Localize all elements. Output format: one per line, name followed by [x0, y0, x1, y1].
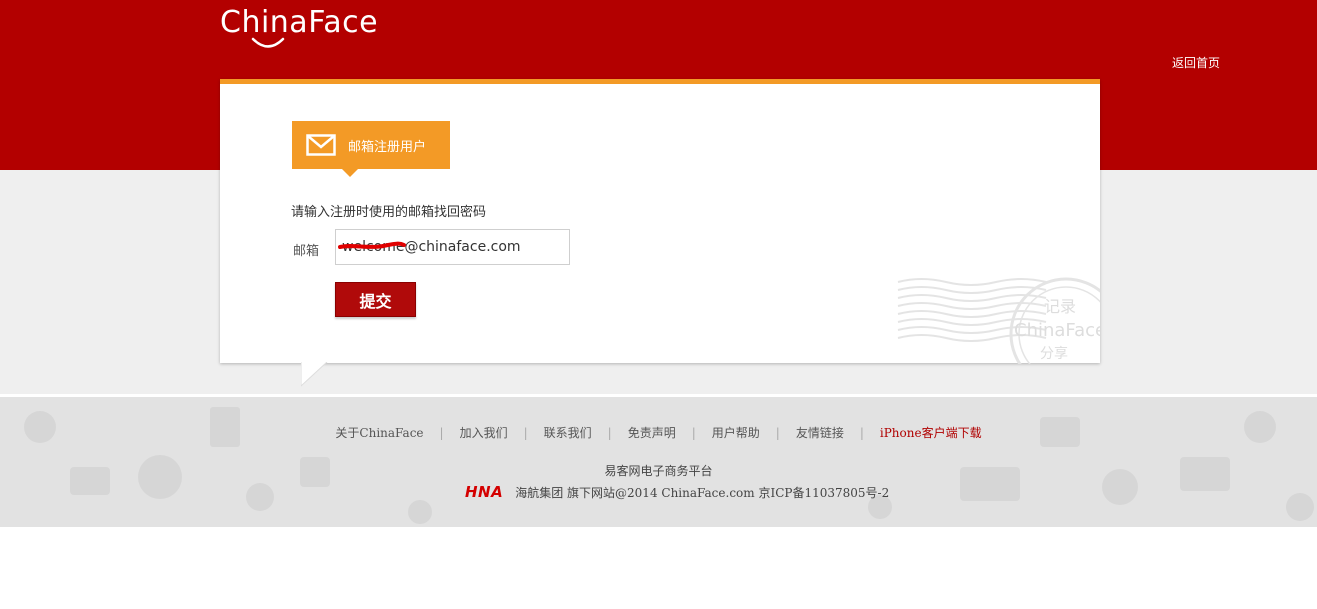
platform-text: 易客网电子商务平台 [604, 464, 713, 478]
footer-link-disclaimer[interactable]: 免责声明 [628, 426, 676, 440]
tab-notch [342, 169, 358, 177]
submit-button[interactable]: 提交 [335, 282, 416, 317]
card-pointer [301, 362, 328, 387]
footer-link-help[interactable]: 用户帮助 [712, 426, 760, 440]
home-link[interactable]: 返回首页 [1172, 54, 1220, 71]
copyright-text: 海航集团 旗下网站@2014 ChinaFace.com 京ICP备110378… [515, 485, 890, 500]
logo-smile-icon [251, 37, 285, 48]
chinaface-stamp-watermark: 记录 ChinaFace 分享 [897, 277, 1100, 364]
hna-logo: HNA [465, 483, 504, 501]
email-field[interactable] [335, 229, 570, 265]
recovery-card: 邮箱注册用户 请输入注册时使用的邮箱找回密码 邮箱 提交 记录 ChinaFac… [220, 79, 1100, 364]
copyright-row: HNA 海航集团 旗下网站@2014 ChinaFace.com 京ICP备11… [465, 483, 889, 501]
svg-text:分享: 分享 [1040, 345, 1068, 362]
tab-label: 邮箱注册用户 [348, 139, 427, 155]
footer-separator: | [439, 426, 444, 440]
footer-separator: | [775, 426, 780, 440]
svg-text:记录: 记录 [1044, 297, 1076, 316]
footer: 关于ChinaFace | 加入我们 | 联系我们 | 免责声明 | 用户帮助 | 友情链接 | iPh… [0, 397, 1317, 527]
email-label: 邮箱 [293, 244, 320, 259]
footer-links: 关于ChinaFace | 加入我们 | 联系我们 | 免责声明 | 用户帮助 | 友情链接 | iPh… [0, 424, 1317, 441]
footer-link-contact[interactable]: 联系我们 [544, 426, 592, 440]
footer-separator: | [607, 426, 612, 440]
envelope-icon [306, 134, 336, 156]
footer-link-iphone-download[interactable]: iPhone客户端下载 [880, 426, 982, 440]
footer-separator: | [523, 426, 528, 440]
footer-separator: | [691, 426, 696, 440]
footer-separator: | [859, 426, 864, 440]
instruction-text: 请输入注册时使用的邮箱找回密码 [291, 205, 487, 220]
footer-link-friends[interactable]: 友情链接 [796, 426, 844, 440]
svg-text:ChinaFace: ChinaFace [1014, 320, 1100, 341]
footer-link-join[interactable]: 加入我们 [460, 426, 508, 440]
tab-email-registered-user[interactable]: 邮箱注册用户 [292, 121, 450, 177]
footer-link-about[interactable]: 关于ChinaFace [335, 426, 423, 440]
chinaface-logo[interactable]: ChinaFace [220, 5, 378, 40]
